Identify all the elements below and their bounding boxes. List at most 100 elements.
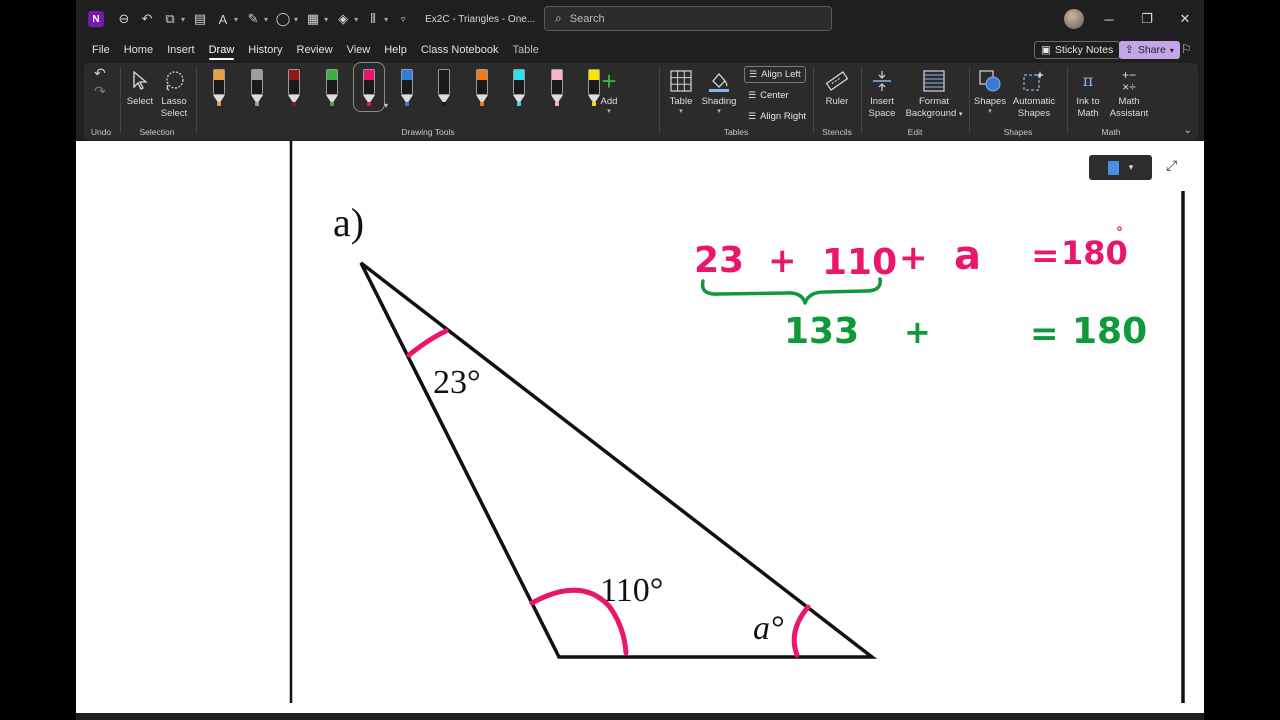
pen-9[interactable]	[508, 67, 530, 107]
tab-class-notebook[interactable]: Class Notebook	[421, 44, 499, 56]
pen-body	[438, 69, 450, 95]
dock-icon[interactable]: ⧉	[162, 9, 178, 29]
font-color-icon[interactable]: A	[215, 9, 231, 29]
chevron-down-icon[interactable]: ▾	[384, 15, 388, 24]
select-button[interactable]: Select	[125, 67, 155, 108]
drawing-tools-group: ▾ + Add ▾ Drawing Tools	[198, 62, 658, 140]
pen-2[interactable]	[246, 67, 268, 107]
sticky-notes-label: Sticky Notes	[1054, 44, 1114, 56]
chevron-down-icon[interactable]: ▾	[234, 15, 238, 24]
chevron-down-icon[interactable]: ▾	[294, 15, 298, 24]
table-label: Table	[669, 96, 693, 107]
minimize-icon[interactable]: ─	[1090, 0, 1128, 38]
format-background-button[interactable]: Format Background ▾	[903, 67, 965, 121]
add-pen-button[interactable]: + Add ▾	[596, 67, 622, 116]
onenote-logo: N	[88, 11, 104, 27]
undo-button[interactable]: ↶	[94, 66, 106, 80]
tab-draw[interactable]: Draw	[208, 44, 234, 60]
collapse-ribbon-icon[interactable]: ⌄	[1184, 125, 1192, 136]
plus-icon: +	[601, 66, 617, 96]
table-button[interactable]: Table ▾	[665, 67, 697, 116]
ink-plus-1: +	[768, 241, 797, 281]
align-right-button[interactable]: ☰ Align Right	[744, 108, 810, 125]
tab-file[interactable]: File	[92, 44, 110, 56]
divider	[120, 67, 121, 133]
chevron-down-icon[interactable]: ▾	[264, 15, 268, 24]
pen-5[interactable]: ▾	[353, 62, 388, 112]
sticky-notes-button[interactable]: ▣ Sticky Notes	[1034, 41, 1121, 59]
math-assistant-button[interactable]: +− ×÷ Math Assistant	[1107, 67, 1151, 120]
chevron-down-icon[interactable]: ▾	[384, 101, 388, 110]
undo-icon[interactable]: ↶	[139, 9, 155, 29]
pen-3[interactable]	[283, 67, 305, 107]
tables-group: Table ▾ Shading ▾ ☰ Align Left ☰ Center …	[661, 63, 811, 140]
pen-8[interactable]	[471, 67, 493, 107]
shapes-button[interactable]: Shapes ▾	[973, 67, 1007, 116]
onenote-window: N ⊖ ↶ ⧉ ▾ ▤ A ▾ ✎ ▾ ◯ ▾ ▦ ▾ ◈ ▾ ⦀ ▾ ▿ Ex…	[76, 0, 1204, 720]
pen-6[interactable]	[396, 67, 418, 107]
pen-nib	[404, 102, 409, 106]
avatar[interactable]	[1064, 9, 1084, 29]
back-icon[interactable]: ⊖	[116, 9, 132, 29]
feedback-icon[interactable]: ⚐	[1181, 42, 1192, 56]
pen-7[interactable]	[433, 67, 455, 107]
pen-color-band	[514, 70, 524, 80]
chevron-down-icon: ▾	[958, 111, 963, 118]
fill-icon[interactable]: ◈	[335, 9, 351, 29]
tab-table[interactable]: Table	[513, 44, 539, 56]
customize-qat-icon[interactable]: ▿	[395, 9, 411, 29]
chevron-down-icon[interactable]: ▾	[181, 15, 185, 24]
ink-term-a: a	[954, 233, 981, 279]
page-content: a) 23° 110° a° 23 + 110 + a = 180 ° 133 …	[289, 141, 1185, 703]
search-icon: ⌕	[555, 11, 562, 25]
divider	[861, 67, 862, 133]
redo-button[interactable]: ↷	[94, 84, 106, 98]
tab-review[interactable]: Review	[297, 44, 333, 56]
tab-view[interactable]: View	[347, 44, 371, 56]
ink-equals-1: =	[1031, 236, 1060, 276]
angle-a-label: a°	[753, 610, 784, 647]
align-left-button[interactable]: ☰ Align Left	[744, 66, 806, 83]
pen-body	[513, 69, 525, 95]
math-operators-icon: +− ×÷	[1121, 68, 1136, 94]
chevron-down-icon: ▾	[988, 108, 992, 115]
page-icon[interactable]: ▤	[192, 9, 208, 29]
lasso-select-button[interactable]: Lasso Select	[158, 67, 190, 120]
tab-history[interactable]: History	[248, 44, 282, 56]
angle-arc-bottom-right	[791, 604, 811, 658]
highlighter-icon[interactable]: ✎	[245, 9, 261, 29]
center-label: Center	[760, 90, 789, 101]
columns-icon[interactable]: ⦀	[365, 9, 381, 29]
restore-icon[interactable]: ❐	[1128, 0, 1166, 38]
pen-10[interactable]	[546, 67, 568, 107]
chevron-down-icon[interactable]: ▾	[324, 15, 328, 24]
pen-body	[475, 69, 488, 95]
ink-to-math-button[interactable]: π Ink to Math	[1071, 67, 1105, 120]
search-input[interactable]: ⌕ Search	[544, 6, 832, 31]
undo-group: ↶ ↷ Undo	[84, 63, 118, 140]
automatic-shapes-button[interactable]: Automatic Shapes	[1009, 67, 1059, 120]
pen-nib	[329, 102, 334, 106]
ink-to-math-label-1: Ink to	[1076, 96, 1100, 107]
format-bg-label-1: Format	[918, 96, 950, 107]
document-title: Ex2C - Triangles - One...	[425, 13, 536, 25]
chevron-down-icon[interactable]: ▾	[354, 15, 358, 24]
pen-4[interactable]	[321, 67, 343, 107]
format-bg-label-2-text: Background	[905, 108, 957, 119]
pen-1[interactable]	[208, 67, 230, 107]
pen-nib	[217, 102, 221, 106]
shading-button[interactable]: Shading ▾	[700, 67, 738, 116]
math-group: π Ink to Math +− ×÷ Math Assistant Math	[1069, 63, 1153, 140]
tab-insert[interactable]: Insert	[167, 44, 195, 56]
tab-help[interactable]: Help	[384, 44, 407, 56]
center-button[interactable]: ☰ Center	[744, 87, 793, 104]
close-icon[interactable]: ✕	[1166, 0, 1204, 38]
ruler-button[interactable]: Ruler	[821, 67, 853, 108]
shapes-icon[interactable]: ◯	[275, 9, 291, 29]
page-canvas[interactable]: ▾ ⤢ a) 23° 110° a° 23 + 110 + a = 180 ° …	[76, 141, 1204, 720]
tab-home[interactable]: Home	[124, 44, 153, 56]
share-button[interactable]: ⇪ Share ▾	[1119, 41, 1180, 59]
align-left-label: Align Left	[761, 69, 801, 80]
insert-space-button[interactable]: Insert Space	[865, 67, 899, 120]
table-icon[interactable]: ▦	[305, 9, 321, 29]
